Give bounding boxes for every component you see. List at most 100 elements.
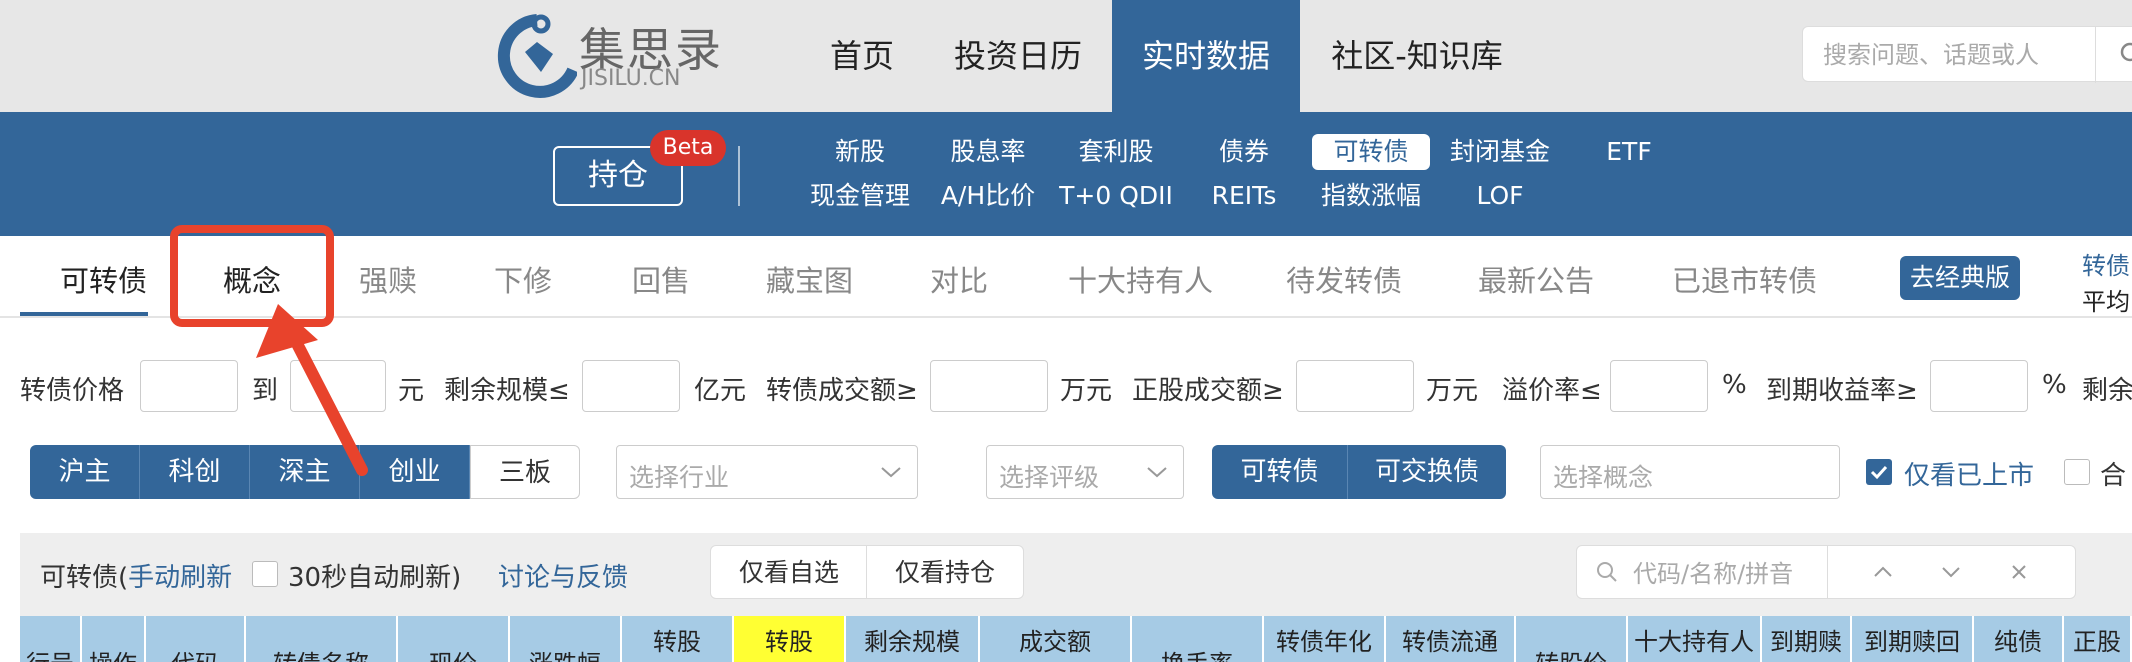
col-row-number[interactable]: 行号	[20, 616, 82, 662]
market-star[interactable]: 科创	[140, 445, 250, 499]
col-conversion-2[interactable]: 转股	[734, 616, 846, 662]
listed-only-label: 仅看已上市	[1904, 461, 2035, 491]
chevron-up-icon[interactable]	[1871, 560, 1895, 584]
search-icon[interactable]	[2119, 41, 2132, 67]
manual-refresh-link[interactable]: 手动刷新	[128, 563, 232, 593]
tab-putback[interactable]: 回售	[632, 258, 690, 300]
right-info-text: 平均	[2082, 288, 2130, 316]
wan-yuan-label-2: 万元	[1426, 376, 1479, 406]
nav-investment-calendar[interactable]: 投资日历	[945, 0, 1091, 112]
close-icon[interactable]	[2007, 560, 2031, 584]
auto-refresh-checkbox[interactable]	[252, 561, 278, 587]
tab-announcements[interactable]: 最新公告	[1478, 258, 1594, 300]
col-top-holders[interactable]: 十大持有人	[1628, 616, 1762, 662]
percent-label-1: %	[1722, 370, 1747, 400]
col-price[interactable]: 现价	[398, 616, 510, 662]
market-chinext[interactable]: 创业	[360, 445, 470, 499]
subnav-arbitrage[interactable]: 套利股	[1068, 134, 1164, 170]
site-search-input[interactable]	[1821, 37, 2075, 73]
top-nav-bar: 集思录 JISILU.CN 首页 投资日历 实时数据 社区-知识库	[0, 0, 2132, 112]
nav-home[interactable]: 首页	[812, 0, 912, 112]
market-sh-main[interactable]: 沪主	[30, 445, 140, 499]
col-maturity-redeem-value[interactable]: 到期赎回	[1852, 616, 1974, 662]
feedback-link[interactable]: 讨论与反馈	[498, 557, 628, 594]
type-convertible[interactable]: 可转债	[1212, 445, 1348, 499]
subnav-index[interactable]: 指数涨幅	[1316, 178, 1426, 214]
table-search	[1576, 545, 2076, 599]
yuan-label: 元	[398, 376, 425, 406]
beta-badge: Beta	[650, 130, 726, 166]
market-neeq[interactable]: 三板	[470, 445, 580, 499]
ytm-input[interactable]	[1930, 360, 2028, 412]
tab-treasure-map[interactable]: 藏宝图	[766, 258, 853, 300]
remaining-size-input[interactable]	[582, 360, 680, 412]
market-sz-main[interactable]: 深主	[250, 445, 360, 499]
type-exchangeable[interactable]: 可交换债	[1348, 445, 1506, 499]
col-pure-bond[interactable]: 纯债	[1974, 616, 2064, 662]
search-divider	[2095, 27, 2096, 83]
chevron-down-icon	[1147, 467, 1167, 478]
turnover-label: 转债成交额≥	[766, 376, 918, 406]
chevron-down-icon[interactable]	[1939, 560, 1963, 584]
yi-yuan-label: 亿元	[694, 376, 747, 406]
col-action[interactable]: 操作	[82, 616, 146, 662]
subnav-qdii[interactable]: T+0 QDII	[1056, 178, 1176, 214]
col-maturity-redeem[interactable]: 到期赎	[1762, 616, 1852, 662]
subnav-reits[interactable]: REITs	[1196, 178, 1292, 214]
tab-forced-redemption[interactable]: 强赎	[359, 258, 417, 300]
col-volume[interactable]: 成交额	[980, 616, 1132, 662]
subnav-bonds[interactable]: 债券	[1196, 134, 1292, 170]
right-info-link[interactable]: 转债	[2082, 246, 2130, 281]
stock-turnover-input[interactable]	[1296, 360, 1414, 412]
col-stock[interactable]: 正股	[2064, 616, 2132, 662]
subnav-closed-fund[interactable]: 封闭基金	[1446, 134, 1554, 170]
classic-version-button[interactable]: 去经典版	[1900, 256, 2020, 300]
chevron-down-icon	[881, 467, 901, 478]
industry-select-placeholder: 选择行业	[629, 463, 730, 492]
subnav-ah[interactable]: A/H比价	[936, 178, 1040, 214]
price-label: 转债价格	[20, 376, 125, 406]
col-circulation[interactable]: 转债流通	[1386, 616, 1516, 662]
price-min-input[interactable]	[140, 360, 238, 412]
search-icon	[1597, 562, 1617, 582]
site-logo[interactable]: 集思录 JISILU.CN	[497, 10, 727, 100]
col-annualized[interactable]: 转债年化	[1264, 616, 1386, 662]
industry-select[interactable]: 选择行业	[616, 445, 918, 499]
merge-checkbox[interactable]	[2064, 459, 2090, 485]
concept-select[interactable]: 选择概念	[1540, 445, 1840, 499]
watchlist-only-button[interactable]: 仅看自选	[710, 545, 868, 599]
col-bond-name[interactable]: 转债名称	[246, 616, 398, 662]
merge-label: 合	[2100, 461, 2127, 491]
rating-select[interactable]: 选择评级	[986, 445, 1184, 499]
stock-turnover-label: 正股成交额≥	[1132, 376, 1284, 406]
holdings-only-button[interactable]: 仅看持仓	[866, 545, 1024, 599]
subnav-convertible[interactable]: 可转债	[1312, 134, 1430, 170]
premium-input[interactable]	[1610, 360, 1708, 412]
table-search-input[interactable]	[1631, 556, 1805, 592]
listed-only-checkbox[interactable]	[1866, 459, 1892, 485]
nav-realtime-data[interactable]: 实时数据	[1112, 0, 1300, 112]
price-max-input[interactable]	[290, 360, 386, 412]
tab-compare[interactable]: 对比	[930, 258, 988, 300]
col-turnover-rate[interactable]: 换手率	[1132, 616, 1264, 662]
col-code[interactable]: 代码	[146, 616, 246, 662]
col-conversion-1[interactable]: 转股	[622, 616, 734, 662]
logo-text-en: JISILU.CN	[581, 66, 681, 91]
tab-delisted[interactable]: 已退市转债	[1672, 258, 1817, 300]
tab-convertible[interactable]: 可转债	[60, 258, 147, 300]
subnav-cash[interactable]: 现金管理	[808, 178, 912, 214]
subnav-etf[interactable]: ETF	[1590, 134, 1668, 170]
col-conversion-price[interactable]: 转股价	[1516, 616, 1628, 662]
turnover-input[interactable]	[930, 360, 1048, 412]
subnav-dividend[interactable]: 股息率	[940, 134, 1036, 170]
tab-revision[interactable]: 下修	[494, 258, 552, 300]
subnav-lof[interactable]: LOF	[1460, 178, 1540, 214]
tab-pending[interactable]: 待发转债	[1286, 258, 1402, 300]
nav-community[interactable]: 社区-知识库	[1322, 0, 1512, 112]
tab-top-holders[interactable]: 十大持有人	[1068, 258, 1213, 300]
filter-row: 转债价格 到 元 剩余规模≤ 亿元 转债成交额≥ 万元 正股成交额≥ 万元 溢价…	[0, 356, 2132, 420]
col-change[interactable]: 涨跌幅	[510, 616, 622, 662]
col-remaining-size[interactable]: 剩余规模	[846, 616, 980, 662]
logo-mark-icon	[497, 14, 577, 98]
subnav-ipo[interactable]: 新股	[812, 134, 908, 170]
